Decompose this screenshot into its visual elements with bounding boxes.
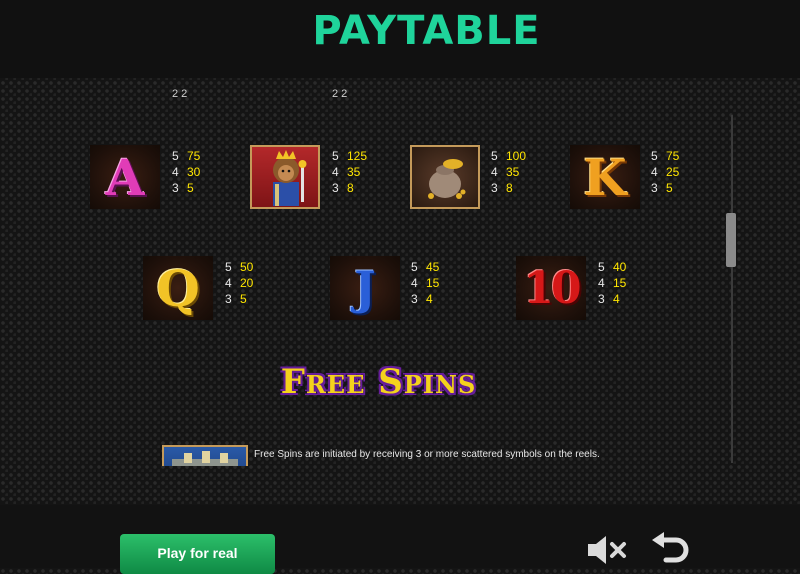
symbol-k: K (570, 145, 640, 209)
speaker-muted-icon[interactable] (584, 532, 630, 573)
paytable-10: 5 40 4 15 34 (598, 260, 627, 306)
scrollbar-thumb[interactable] (726, 213, 736, 267)
symbol-q: Q (143, 256, 213, 320)
scrollbar-track[interactable] (731, 115, 733, 463)
free-spins-description: Free Spins are initiated by receiving 3 … (254, 449, 600, 460)
partial-pays-1: 2 2 (172, 88, 188, 100)
paytable-a: 5 75 4 30 35 (172, 149, 201, 195)
paytable-scroll-area[interactable]: 2 2 2 2 A 5 75 4 30 35 5 125 4 35 38 5 1… (0, 78, 730, 466)
paytable-gold-bag: 5 100 4 35 38 (491, 149, 527, 195)
back-arrow-icon[interactable] (648, 530, 692, 573)
paytable-lion-king: 5 125 4 35 38 (332, 149, 368, 195)
play-for-real-button[interactable]: Play for real (120, 534, 275, 574)
lion-king-icon (250, 145, 320, 209)
paytable-j: 5 45 4 15 34 (411, 260, 440, 306)
symbol-a: A (90, 145, 160, 209)
paytable-q: 5 50 4 20 35 (225, 260, 254, 306)
paytable-k: 5 75 4 25 35 (651, 149, 680, 195)
gold-bag-icon (410, 145, 480, 209)
scatter-symbol-icon (162, 445, 248, 466)
symbol-j: J (330, 256, 400, 320)
partial-pays-2: 2 2 (332, 88, 348, 100)
page-title: PAYTABLE (312, 8, 541, 54)
free-spins-heading: Free Spins (280, 362, 477, 402)
symbol-10: 10 (516, 256, 586, 320)
